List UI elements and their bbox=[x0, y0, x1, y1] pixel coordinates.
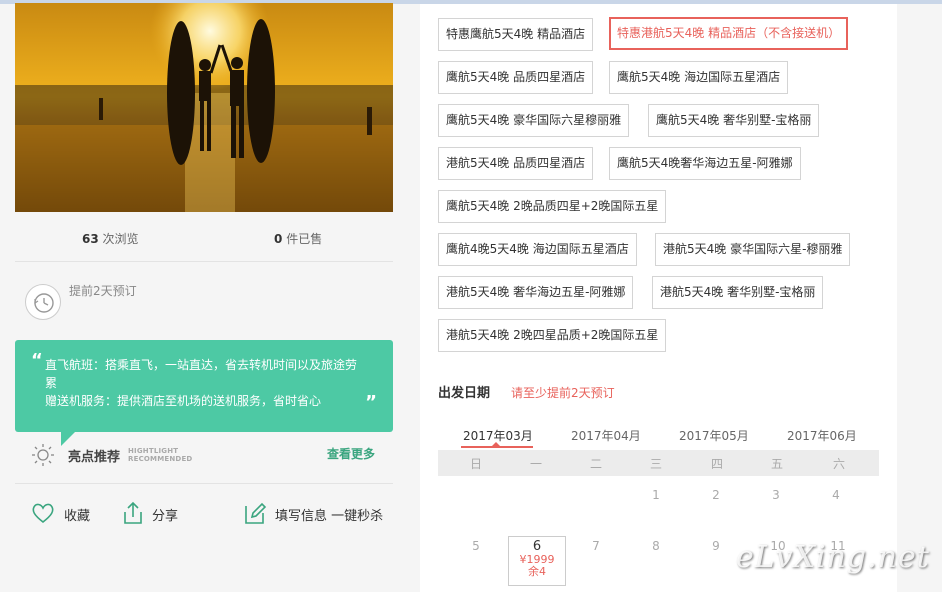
option-button[interactable]: 鹰航5天4晚奢华海边五星-阿雅娜 bbox=[609, 147, 801, 180]
departure-date-note: 请至少提前2天预订 bbox=[511, 386, 615, 400]
open-quote-mark: “ bbox=[31, 350, 43, 371]
share-icon bbox=[124, 501, 142, 524]
weekday-label: 五 bbox=[770, 457, 783, 471]
favorite-button[interactable]: 收藏 bbox=[30, 498, 100, 528]
heart-icon bbox=[32, 503, 54, 524]
option-button[interactable]: 港航5天4晚 奢华别墅-宝格丽 bbox=[652, 276, 824, 309]
option-button[interactable]: 港航5天4晚 豪华国际六星-穆丽雅 bbox=[655, 233, 851, 266]
quick-order-button[interactable]: 填写信息 一键秒杀 bbox=[242, 498, 392, 528]
calendar-day-available[interactable]: 6 ¥1999 余4 bbox=[508, 536, 566, 586]
sales-stats: 63 次浏览 0 件已售 bbox=[15, 226, 393, 256]
calendar-day: 5 bbox=[472, 539, 480, 553]
calendar-day: 4 bbox=[832, 488, 840, 502]
favorite-label: 收藏 bbox=[64, 509, 91, 524]
sun-icon bbox=[32, 444, 54, 466]
calendar-day-number: 6 bbox=[532, 539, 542, 554]
calendar-day: 9 bbox=[712, 539, 720, 553]
active-month-caret bbox=[492, 442, 500, 446]
calendar-day-stock: 余4 bbox=[528, 565, 546, 578]
booking-notice: 提前2天预订 bbox=[25, 280, 205, 320]
option-button-selected[interactable]: 特惠港航5天4晚 精品酒店（不含接送机） bbox=[609, 17, 849, 50]
view-count-label: 次浏览 bbox=[102, 232, 139, 246]
calendar-day: 8 bbox=[652, 539, 660, 553]
clock-history-icon bbox=[25, 284, 61, 320]
see-more-link[interactable]: 查看更多 bbox=[327, 445, 375, 462]
site-watermark: eLvXing.net bbox=[736, 540, 930, 575]
sold-count-label: 件已售 bbox=[286, 232, 323, 246]
option-button[interactable]: 鹰航5天4晚 海边国际五星酒店 bbox=[609, 61, 789, 94]
month-tab[interactable]: 2017年05月 bbox=[679, 427, 749, 444]
divider bbox=[15, 483, 393, 484]
calendar-day: 2 bbox=[712, 488, 720, 502]
close-quote-mark: ” bbox=[365, 392, 377, 413]
option-button[interactable]: 特惠鹰航5天4晚 精品酒店 bbox=[438, 18, 594, 51]
option-button[interactable]: 鹰航5天4晚 2晚品质四星+2晚国际五星 bbox=[438, 190, 667, 223]
calendar-day: 1 bbox=[652, 488, 660, 502]
edit-icon bbox=[245, 502, 267, 524]
weekday-label: 日 bbox=[469, 457, 482, 471]
sold-count-number: 0 bbox=[274, 232, 283, 246]
page-gutter bbox=[897, 4, 942, 592]
weekday-label: 四 bbox=[710, 457, 723, 471]
view-count-number: 63 bbox=[82, 232, 99, 246]
highlight-english-label: HIGHTLIGHT RECOMMENDED bbox=[128, 447, 192, 463]
divider bbox=[15, 261, 393, 262]
option-button[interactable]: 鹰航4晚5天4晚 海边国际五星酒店 bbox=[438, 233, 637, 266]
option-button[interactable]: 港航5天4晚 品质四星酒店 bbox=[438, 147, 594, 180]
action-bar: 收藏 分享 填写信息 一键秒杀 bbox=[30, 498, 390, 532]
active-month-underline bbox=[461, 446, 533, 448]
booking-notice-text: 提前2天预订 bbox=[69, 284, 137, 298]
option-button[interactable]: 鹰航5天4晚 奢华别墅-宝格丽 bbox=[648, 104, 820, 137]
option-button[interactable]: 港航5天4晚 2晚四星品质+2晚国际五星 bbox=[438, 319, 667, 352]
weekday-label: 二 bbox=[589, 457, 602, 471]
feature-direct-flight: 直飞航班：搭乘直飞，一站直达，省去转机时间以及旅途劳累 bbox=[45, 358, 358, 390]
feature-quote-box: “ 直飞航班：搭乘直飞，一站直达，省去转机时间以及旅途劳累 赠送机服务：提供酒店… bbox=[15, 340, 393, 432]
highlight-english-line2: RECOMMENDED bbox=[128, 455, 193, 463]
option-button[interactable]: 鹰航5天4晚 品质四星酒店 bbox=[438, 61, 594, 94]
quick-order-label: 填写信息 一键秒杀 bbox=[275, 509, 384, 524]
weekday-label: 三 bbox=[649, 457, 662, 471]
product-photo bbox=[15, 3, 393, 212]
weekday-label: 一 bbox=[529, 457, 542, 471]
departure-date-title: 出发日期 bbox=[438, 386, 491, 401]
month-tab[interactable]: 2017年04月 bbox=[571, 427, 641, 444]
option-button[interactable]: 港航5天4晚 奢华海边五星-阿雅娜 bbox=[438, 276, 634, 309]
sold-count: 0 件已售 bbox=[274, 230, 322, 247]
highlight-title: 亮点推荐 bbox=[68, 450, 121, 465]
month-tab[interactable]: 2017年06月 bbox=[787, 427, 857, 444]
option-button[interactable]: 鹰航5天4晚 豪华国际六星穆丽雅 bbox=[438, 104, 630, 137]
feature-airport-transfer: 赠送机服务：提供酒店至机场的送机服务，省时省心 bbox=[45, 394, 322, 408]
weekday-label: 六 bbox=[832, 457, 845, 471]
highlight-section: 亮点推荐 HIGHTLIGHT RECOMMENDED 查看更多 bbox=[30, 440, 390, 470]
highlight-english-line1: HIGHTLIGHT bbox=[128, 447, 179, 455]
share-button[interactable]: 分享 bbox=[120, 498, 190, 528]
share-label: 分享 bbox=[152, 509, 179, 524]
calendar-day: 3 bbox=[772, 488, 780, 502]
view-count: 63 次浏览 bbox=[82, 230, 139, 247]
calendar-day: 7 bbox=[592, 539, 600, 553]
